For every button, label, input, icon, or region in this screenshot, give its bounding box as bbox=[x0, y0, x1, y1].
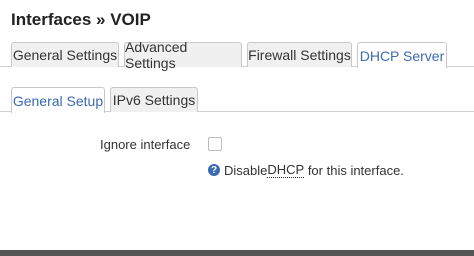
page-title: Interfaces » VOIP bbox=[11, 10, 151, 29]
help-text-post: for this interface. bbox=[304, 162, 404, 178]
bottom-edge-bar bbox=[0, 250, 474, 256]
subtab-ipv6-settings[interactable]: IPv6 Settings bbox=[110, 87, 198, 112]
ignore-interface-checkbox[interactable] bbox=[208, 137, 222, 151]
sub-tab-bar: General Setup IPv6 Settings bbox=[0, 87, 474, 113]
tab-general-settings[interactable]: General Settings bbox=[11, 42, 119, 67]
tab-advanced-settings[interactable]: Advanced Settings bbox=[124, 39, 242, 71]
help-text: ? Disable DHCP for this interface. bbox=[208, 162, 404, 178]
subtab-general-setup[interactable]: General Setup bbox=[11, 87, 105, 113]
question-icon: ? bbox=[208, 164, 220, 176]
main-tab-bar: General Settings Advanced Settings Firew… bbox=[0, 39, 474, 71]
tab-firewall-settings[interactable]: Firewall Settings bbox=[247, 42, 352, 67]
ignore-interface-label: Ignore interface bbox=[100, 137, 191, 152]
dhcp-abbr: DHCP bbox=[267, 162, 305, 178]
help-text-pre: Disable bbox=[224, 162, 268, 178]
tab-dhcp-server[interactable]: DHCP Server bbox=[357, 42, 447, 68]
